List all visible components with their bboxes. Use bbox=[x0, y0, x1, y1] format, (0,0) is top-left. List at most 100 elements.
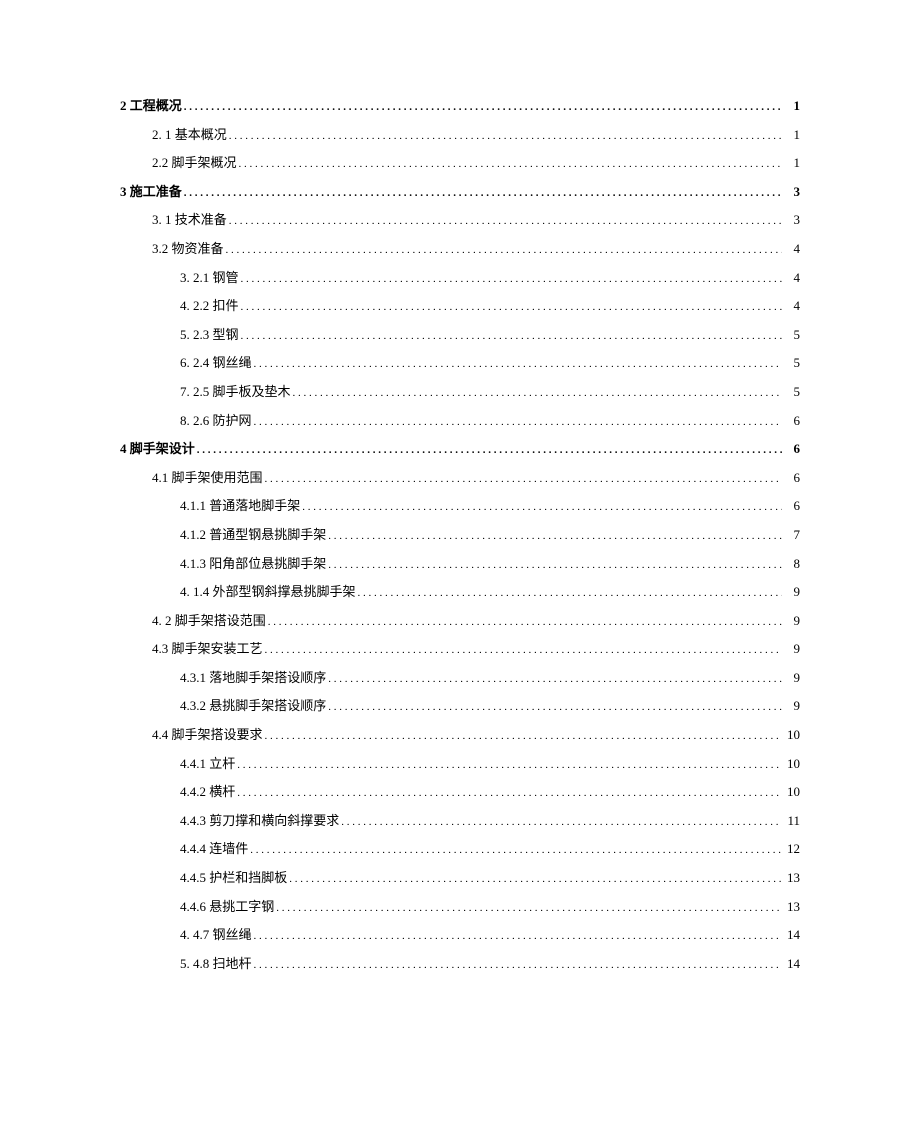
toc-entry: 2.2 脚手架概况1 bbox=[120, 149, 800, 178]
toc-entry: 2. 1 基本概况 1 bbox=[120, 121, 800, 150]
toc-entry-label: 3. 2.1 钢管 bbox=[180, 264, 239, 293]
toc-entry-label: 4.3.1 落地脚手架搭设顺序 bbox=[180, 664, 326, 693]
toc-dot-leader bbox=[235, 750, 782, 779]
toc-entry-label: 5. 2.3 型钢 bbox=[180, 321, 239, 350]
toc-entry-page: 1 bbox=[782, 92, 800, 121]
toc-entry-label: 4.3.2 悬挑脚手架搭设顺序 bbox=[180, 692, 326, 721]
toc-entry-page: 9 bbox=[782, 635, 800, 664]
toc-dot-leader bbox=[326, 664, 782, 693]
toc-dot-leader bbox=[195, 435, 782, 464]
toc-entry: 8. 2.6 防护网 6 bbox=[120, 407, 800, 436]
toc-entry-label: 4. 2.2 扣件 bbox=[180, 292, 239, 321]
toc-entry-page: 6 bbox=[782, 492, 800, 521]
toc-entry: 5. 2.3 型钢 5 bbox=[120, 321, 800, 350]
toc-entry: 4 脚手架设计6 bbox=[120, 435, 800, 464]
toc-dot-leader bbox=[326, 521, 782, 550]
toc-dot-leader bbox=[263, 721, 782, 750]
toc-dot-leader bbox=[263, 635, 782, 664]
toc-dot-leader bbox=[266, 607, 782, 636]
toc-entry-label: 2 工程概况 bbox=[120, 92, 182, 121]
toc-entry-label: 4.4.1 立杆 bbox=[180, 750, 235, 779]
toc-entry: 4.4.6 悬挑工字钢 13 bbox=[120, 893, 800, 922]
toc-entry-label: 3.2 物资准备 bbox=[152, 235, 224, 264]
toc-dot-leader bbox=[252, 921, 782, 950]
toc-entry-page: 3 bbox=[782, 206, 800, 235]
toc-entry-page: 10 bbox=[782, 750, 800, 779]
toc-entry-page: 13 bbox=[782, 864, 800, 893]
toc-entry-page: 13 bbox=[782, 893, 800, 922]
toc-entry-label: 4.4.3 剪刀撑和横向斜撑要求 bbox=[180, 807, 339, 836]
toc-entry-page: 10 bbox=[782, 721, 800, 750]
toc-entry-label: 5. 4.8 扫地杆 bbox=[180, 950, 252, 979]
toc-entry: 4.1 脚手架使用范围 6 bbox=[120, 464, 800, 493]
toc-entry: 4.1.2 普通型钢悬挑脚手架 7 bbox=[120, 521, 800, 550]
toc-entry-label: 4.1.3 阳角部位悬挑脚手架 bbox=[180, 550, 326, 579]
toc-entry-page: 3 bbox=[782, 178, 800, 207]
toc-entry-page: 4 bbox=[782, 264, 800, 293]
toc-entry: 4.4.2 横杆 10 bbox=[120, 778, 800, 807]
toc-entry: 4.4 脚手架搭设要求 10 bbox=[120, 721, 800, 750]
toc-entry-page: 6 bbox=[782, 464, 800, 493]
toc-entry-page: 4 bbox=[782, 235, 800, 264]
toc-entry: 4. 4.7 钢丝绳 14 bbox=[120, 921, 800, 950]
toc-entry-page: 14 bbox=[782, 921, 800, 950]
toc-dot-leader bbox=[274, 893, 782, 922]
toc-dot-leader bbox=[300, 492, 782, 521]
toc-entry-label: 7. 2.5 脚手板及垫木 bbox=[180, 378, 291, 407]
toc-entry-label: 4.4 脚手架搭设要求 bbox=[152, 721, 263, 750]
toc-entry-label: 4.1.2 普通型钢悬挑脚手架 bbox=[180, 521, 326, 550]
toc-entry-page: 4 bbox=[782, 292, 800, 321]
toc-entry-page: 6 bbox=[782, 407, 800, 436]
toc-entry-page: 7 bbox=[782, 521, 800, 550]
toc-entry-page: 5 bbox=[782, 321, 800, 350]
toc-dot-leader bbox=[237, 149, 782, 178]
toc-entry-label: 4 脚手架设计 bbox=[120, 435, 195, 464]
toc-entry-label: 3 施工准备 bbox=[120, 178, 182, 207]
toc-entry: 4.3.2 悬挑脚手架搭设顺序 9 bbox=[120, 692, 800, 721]
toc-dot-leader bbox=[239, 321, 782, 350]
toc-entry-page: 9 bbox=[782, 578, 800, 607]
toc-dot-leader bbox=[252, 950, 782, 979]
toc-dot-leader bbox=[224, 235, 782, 264]
toc-dot-leader bbox=[252, 349, 782, 378]
toc-dot-leader bbox=[326, 692, 782, 721]
toc-entry-label: 4.4.2 横杆 bbox=[180, 778, 235, 807]
toc-entry: 4.4.1 立杆 10 bbox=[120, 750, 800, 779]
toc-entry-label: 6. 2.4 钢丝绳 bbox=[180, 349, 252, 378]
toc-entry-page: 9 bbox=[782, 692, 800, 721]
toc-entry-page: 1 bbox=[782, 121, 800, 150]
toc-entry-page: 10 bbox=[782, 778, 800, 807]
toc-entry-label: 4. 2 脚手架搭设范围 bbox=[152, 607, 266, 636]
toc-dot-leader bbox=[263, 464, 782, 493]
toc-entry-label: 4.4.4 连墙件 bbox=[180, 835, 248, 864]
toc-dot-leader bbox=[182, 92, 782, 121]
toc-dot-leader bbox=[248, 835, 782, 864]
toc-entry-page: 5 bbox=[782, 349, 800, 378]
toc-entry-label: 4. 4.7 钢丝绳 bbox=[180, 921, 252, 950]
toc-entry-page: 9 bbox=[782, 607, 800, 636]
toc-dot-leader bbox=[239, 292, 782, 321]
toc-entry-label: 3. 1 技术准备 bbox=[152, 206, 227, 235]
toc-entry-label: 4.1 脚手架使用范围 bbox=[152, 464, 263, 493]
toc-entry-label: 2. 1 基本概况 bbox=[152, 121, 227, 150]
toc-entry: 4.1.1 普通落地脚手架6 bbox=[120, 492, 800, 521]
toc-entry-label: 4.4.5 护栏和挡脚板 bbox=[180, 864, 287, 893]
toc-entry: 3. 1 技术准备 3 bbox=[120, 206, 800, 235]
toc-entry-label: 4. 1.4 外部型钢斜撑悬挑脚手架 bbox=[180, 578, 356, 607]
toc-dot-leader bbox=[239, 264, 782, 293]
toc-entry: 4.4.4 连墙件12 bbox=[120, 835, 800, 864]
toc-dot-leader bbox=[339, 807, 782, 836]
toc-entry: 4.4.3 剪刀撑和横向斜撑要求11 bbox=[120, 807, 800, 836]
toc-entry: 3 施工准备 3 bbox=[120, 178, 800, 207]
toc-entry-label: 2.2 脚手架概况 bbox=[152, 149, 237, 178]
toc-dot-leader bbox=[235, 778, 782, 807]
toc-entry-label: 8. 2.6 防护网 bbox=[180, 407, 252, 436]
toc-entry-label: 4.4.6 悬挑工字钢 bbox=[180, 893, 274, 922]
toc-dot-leader bbox=[291, 378, 782, 407]
toc-dot-leader bbox=[326, 550, 782, 579]
toc-entry: 4.1.3 阳角部位悬挑脚手架 8 bbox=[120, 550, 800, 579]
toc-entry-page: 8 bbox=[782, 550, 800, 579]
toc-entry-page: 5 bbox=[782, 378, 800, 407]
toc-dot-leader bbox=[227, 121, 782, 150]
toc-dot-leader bbox=[182, 178, 782, 207]
